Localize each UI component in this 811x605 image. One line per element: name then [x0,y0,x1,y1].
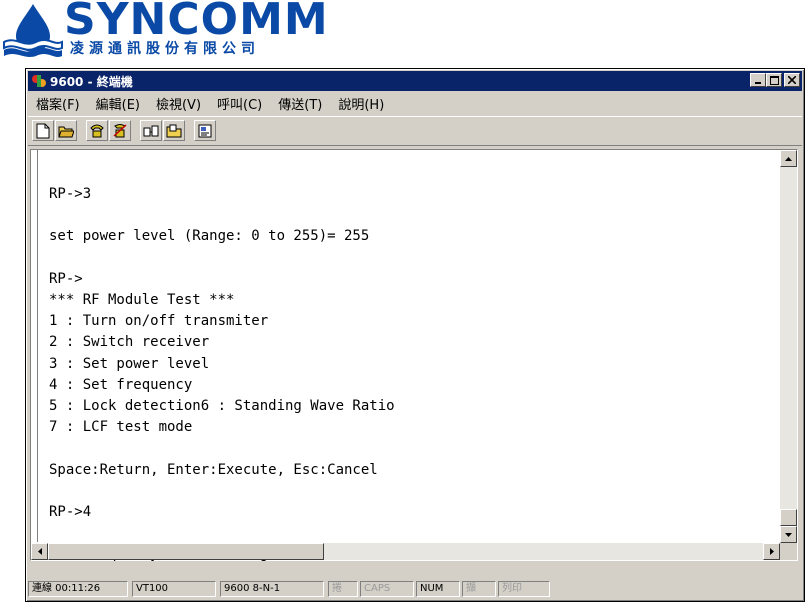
menu-bar: 檔案(F) 編輯(E) 檢視(V) 呼叫(C) 傳送(T) 說明(H) [28,92,802,114]
phone-hangup-icon [113,123,127,137]
phone-call-icon [90,124,104,137]
send-button[interactable] [140,120,162,141]
new-button[interactable] [32,120,54,141]
scroll-down-button[interactable] [780,526,797,543]
arrow-down-icon [785,532,792,537]
terminal-line: *** RF Module Test *** [49,292,235,309]
hangup-button[interactable] [109,120,131,141]
menu-call[interactable]: 呼叫(C) [209,94,270,113]
maximize-icon [769,75,779,85]
receive-icon [166,124,182,137]
status-emulation: VT100 [132,581,216,597]
scrollbar-corner [780,543,797,560]
menu-view[interactable]: 檢視(V) [148,94,209,113]
maximize-button[interactable] [766,73,782,87]
terminal-line: RP-> [49,270,83,287]
arrow-left-icon [37,548,42,555]
arrow-right-icon [769,548,774,555]
terminal-line: 4 : Set frequency [49,376,193,393]
minimize-button[interactable] [750,73,766,87]
wave-logo-icon [3,4,63,57]
minimize-icon [755,82,761,84]
call-button[interactable] [86,120,108,141]
menu-transfer[interactable]: 傳送(T) [270,94,330,113]
status-scroll: 捲 [328,581,358,597]
terminal-line: Space:Return, Enter:Execute, Esc:Cancel [49,461,378,478]
terminal-area[interactable]: RP->3 set power level (Range: 0 to 255)=… [30,149,798,562]
terminal-output: RP->3 set power level (Range: 0 to 255)=… [49,184,777,566]
close-button[interactable] [784,73,800,87]
menu-help[interactable]: 說明(H) [330,94,392,113]
properties-button[interactable] [194,120,216,141]
terminal-line: 7 : LCF test mode [49,419,193,436]
terminal-line: RP->3 [49,186,92,202]
terminal-line: set power level (Range: 0 to 255)= 255 [49,228,370,245]
status-connection: 連線 00:11:26 [28,581,128,597]
terminal-window: 9600 - 終端機 檔案(F) 編輯(E) 檢視(V) 呼叫(C) 傳送(T)… [25,68,805,602]
close-icon [788,76,796,84]
window-title: 9600 - 終端機 [50,75,133,89]
open-folder-icon [58,126,74,137]
receive-button[interactable] [163,120,185,141]
company-name: 凌源通訊股份有限公司 [70,41,260,57]
send-icon [143,125,159,136]
status-capture: 擷 [462,581,496,597]
terminal-line: RP->4 [49,504,92,521]
menu-edit[interactable]: 編輯(E) [88,94,148,113]
hyperterminal-icon [32,75,46,87]
toolbar [28,116,802,146]
syncomm-logo: SYNCOMM 凌源通訊股份有限公司 [0,0,400,62]
horizontal-scrollbar[interactable] [31,543,780,560]
arrow-up-icon [785,156,792,161]
vertical-scrollbar[interactable] [780,150,797,543]
menu-file[interactable]: 檔案(F) [28,94,88,113]
terminal-line: 2 : Switch receiver [49,334,210,351]
status-caps: CAPS [360,581,414,597]
horizontal-scroll-thumb[interactable] [48,543,324,560]
scroll-up-button[interactable] [780,150,797,167]
scroll-left-button[interactable] [31,543,48,560]
open-button[interactable] [55,120,77,141]
terminal-line: 5 : Lock detection6 : Standing Wave Rati… [49,398,395,415]
terminal-line: 1 : Turn on/off transmiter [49,313,269,330]
new-file-icon [36,123,50,138]
status-print: 列印 [498,581,550,597]
properties-icon [198,124,212,137]
scroll-right-button[interactable] [763,543,780,560]
scroll-thumb[interactable] [780,509,797,526]
terminal-margin [31,150,38,542]
title-bar[interactable]: 9600 - 終端機 [28,71,802,91]
terminal-line: 3 : Set power level [49,355,210,372]
status-num: NUM [416,581,460,597]
status-bar: 連線 00:11:26 VT100 9600 8-N-1 捲 CAPS NUM … [28,579,802,599]
status-settings: 9600 8-N-1 [220,581,324,597]
